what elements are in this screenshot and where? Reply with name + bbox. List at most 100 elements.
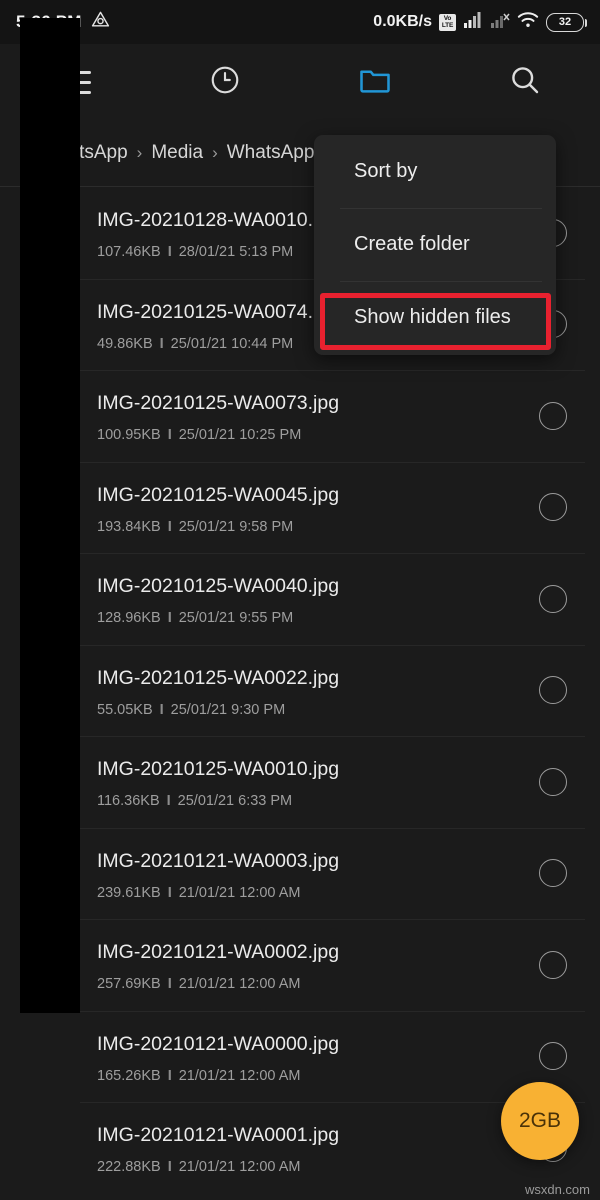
menu-item-label: Create folder [354, 233, 470, 255]
fab-label: 2GB [518, 1109, 562, 1132]
menu-item-sort-by[interactable]: Sort by [314, 135, 556, 208]
folder-tab[interactable] [300, 44, 450, 120]
file-name: IMG-20210121-WA0001.jpg [97, 1124, 340, 1146]
breadcrumb-segment-1[interactable]: Media [151, 142, 203, 164]
menu-item-label: Show hidden files [354, 306, 511, 328]
file-name: IMG-20210125-WA0073.jpg [97, 392, 340, 414]
menu-item-show-hidden-files[interactable]: Show hidden files [314, 281, 556, 354]
meta-separator: I [167, 244, 172, 260]
recent-files-tab[interactable] [150, 44, 300, 120]
file-size: 116.36KB [97, 793, 160, 809]
file-size: 239.61KB [97, 884, 161, 901]
volte-icon: Vo LTE [439, 13, 456, 31]
app-toolbar [0, 44, 600, 120]
chevron-right-icon: › [136, 143, 143, 162]
file-select-radio[interactable] [539, 1042, 567, 1071]
file-select-radio[interactable] [539, 401, 567, 430]
file-date: 21/01/21 12:00 AM [178, 1067, 301, 1084]
file-size: 107.46KB [97, 244, 161, 260]
breadcrumb-segment-2[interactable]: WhatsApp [227, 142, 315, 164]
chevron-right-icon: › [212, 143, 218, 162]
file-meta: 193.84KB I 25/01/21 9:58 PM [97, 519, 293, 535]
file-size: 55.05KB [97, 701, 153, 718]
signal-bars-no-sim-icon [490, 11, 510, 33]
file-name: IMG-20210125-WA0022.jpg [97, 666, 340, 689]
file-size: 257.69KB [97, 976, 161, 992]
meta-separator: I [167, 884, 172, 901]
file-date: 25/01/21 10:25 PM [178, 427, 302, 443]
file-size: 128.96KB [97, 610, 161, 626]
triangle-cloud-icon [91, 10, 110, 34]
table-row[interactable]: IMG-20210121-WA0003.jpg 239.61KB I 21/01/21… [0, 827, 600, 920]
search-button[interactable] [450, 44, 600, 120]
file-date: 25/01/21 9:55 PM [178, 610, 294, 626]
file-size: 100.95KB [97, 427, 161, 443]
thumbnail-column [20, 18, 80, 1013]
table-row[interactable]: IMG-20210121-WA0002.jpg 257.69KB I 21/01/21… [0, 919, 600, 1011]
search-icon [509, 64, 541, 101]
file-date: 25/01/21 6:33 PM [177, 793, 293, 809]
file-meta: 116.36KB I 25/01/21 6:33 PM [97, 793, 292, 809]
file-meta: 128.96KB I 25/01/21 9:55 PM [97, 610, 293, 626]
file-meta: 107.46KB I 28/01/21 5:13 PM [97, 244, 293, 260]
menu-item-label: Sort by [354, 160, 418, 182]
meta-separator: I [167, 518, 172, 535]
table-row[interactable]: IMG-20210121-WA0000.jpg 165.26KB I 21/01/21… [0, 1010, 600, 1103]
menu-item-create-folder[interactable]: Create folder [314, 208, 556, 281]
file-name: IMG-20210121-WA0000.jpg [97, 1032, 340, 1055]
meta-separator: I [166, 793, 171, 809]
file-size: 165.26KB [97, 1067, 161, 1084]
meta-separator: I [167, 976, 172, 992]
file-meta: 222.88KB I 21/01/21 12:00 AM [97, 1159, 300, 1175]
table-row[interactable]: IMG-20210125-WA0010.jpg 116.36KB I 25/01/21… [0, 736, 600, 828]
file-date: 25/01/21 10:44 PM [170, 335, 294, 352]
meta-separator: I [159, 701, 164, 718]
overflow-menu[interactable]: Sort by Create folder Show hidden files [314, 135, 556, 355]
file-select-radio[interactable] [539, 584, 567, 613]
file-name: IMG-20210128-WA0010. [97, 209, 314, 231]
status-bar-right: 0.0KB/s Vo LTE 32 [373, 11, 587, 33]
volte-top-label: Vo [443, 14, 452, 22]
file-select-radio[interactable] [539, 950, 567, 979]
file-size: 222.88KB [97, 1159, 161, 1175]
file-name: IMG-20210125-WA0040.jpg [97, 575, 340, 597]
file-date: 21/01/21 12:00 AM [178, 1159, 301, 1175]
status-bar: 5:36 PM 0.0KB/s Vo LTE [0, 0, 600, 44]
volte-bottom-label: LTE [441, 22, 454, 29]
file-meta: 257.69KB I 21/01/21 12:00 AM [97, 976, 300, 992]
file-select-radio[interactable] [539, 676, 567, 705]
file-meta: 100.95KB I 25/01/21 10:25 PM [97, 427, 301, 443]
meta-separator: I [167, 610, 172, 626]
file-size: 49.86KB [97, 335, 153, 352]
file-meta: 165.26KB I 21/01/21 12:00 AM [97, 1068, 300, 1084]
table-row[interactable]: IMG-20210125-WA0022.jpg 55.05KB I 25/01/21 … [0, 644, 600, 737]
file-select-radio[interactable] [539, 859, 567, 888]
file-select-radio[interactable] [539, 493, 567, 522]
table-row[interactable]: IMG-20210125-WA0045.jpg 193.84KB I 25/01/21… [0, 461, 600, 554]
file-date: 25/01/21 9:30 PM [170, 701, 286, 718]
meta-separator: I [167, 1067, 172, 1084]
clock-icon [209, 64, 241, 101]
file-name: IMG-20210121-WA0003.jpg [97, 849, 340, 872]
meta-separator: I [167, 427, 172, 443]
file-meta: 239.61KB I 21/01/21 12:00 AM [97, 885, 300, 901]
network-speed-label: 0.0KB/s [373, 13, 432, 30]
table-row[interactable]: IMG-20210125-WA0073.jpg 100.95KB I 25/01/21… [0, 370, 600, 462]
watermark: wsxdn.com [524, 1182, 590, 1197]
file-meta: 49.86KB I 25/01/21 10:44 PM [97, 336, 293, 352]
file-select-radio[interactable] [539, 767, 567, 796]
folder-icon [357, 62, 393, 103]
signal-bars-icon [463, 11, 483, 33]
meta-separator: I [167, 1159, 172, 1175]
file-meta: 55.05KB I 25/01/21 9:30 PM [97, 702, 285, 718]
wifi-icon [517, 11, 539, 33]
storage-fab-button[interactable]: 2GB [501, 1082, 579, 1160]
file-name: IMG-20210125-WA0045.jpg [97, 483, 340, 506]
table-row[interactable]: IMG-20210125-WA0040.jpg 128.96KB I 25/01/21… [0, 553, 600, 645]
file-name: IMG-20210121-WA0002.jpg [97, 941, 340, 963]
file-name: IMG-20210125-WA0010.jpg [97, 758, 340, 780]
file-name: IMG-20210125-WA0074. [97, 300, 314, 323]
battery-indicator: 32 [546, 12, 587, 32]
meta-separator: I [159, 335, 164, 352]
file-size: 193.84KB [97, 518, 161, 535]
